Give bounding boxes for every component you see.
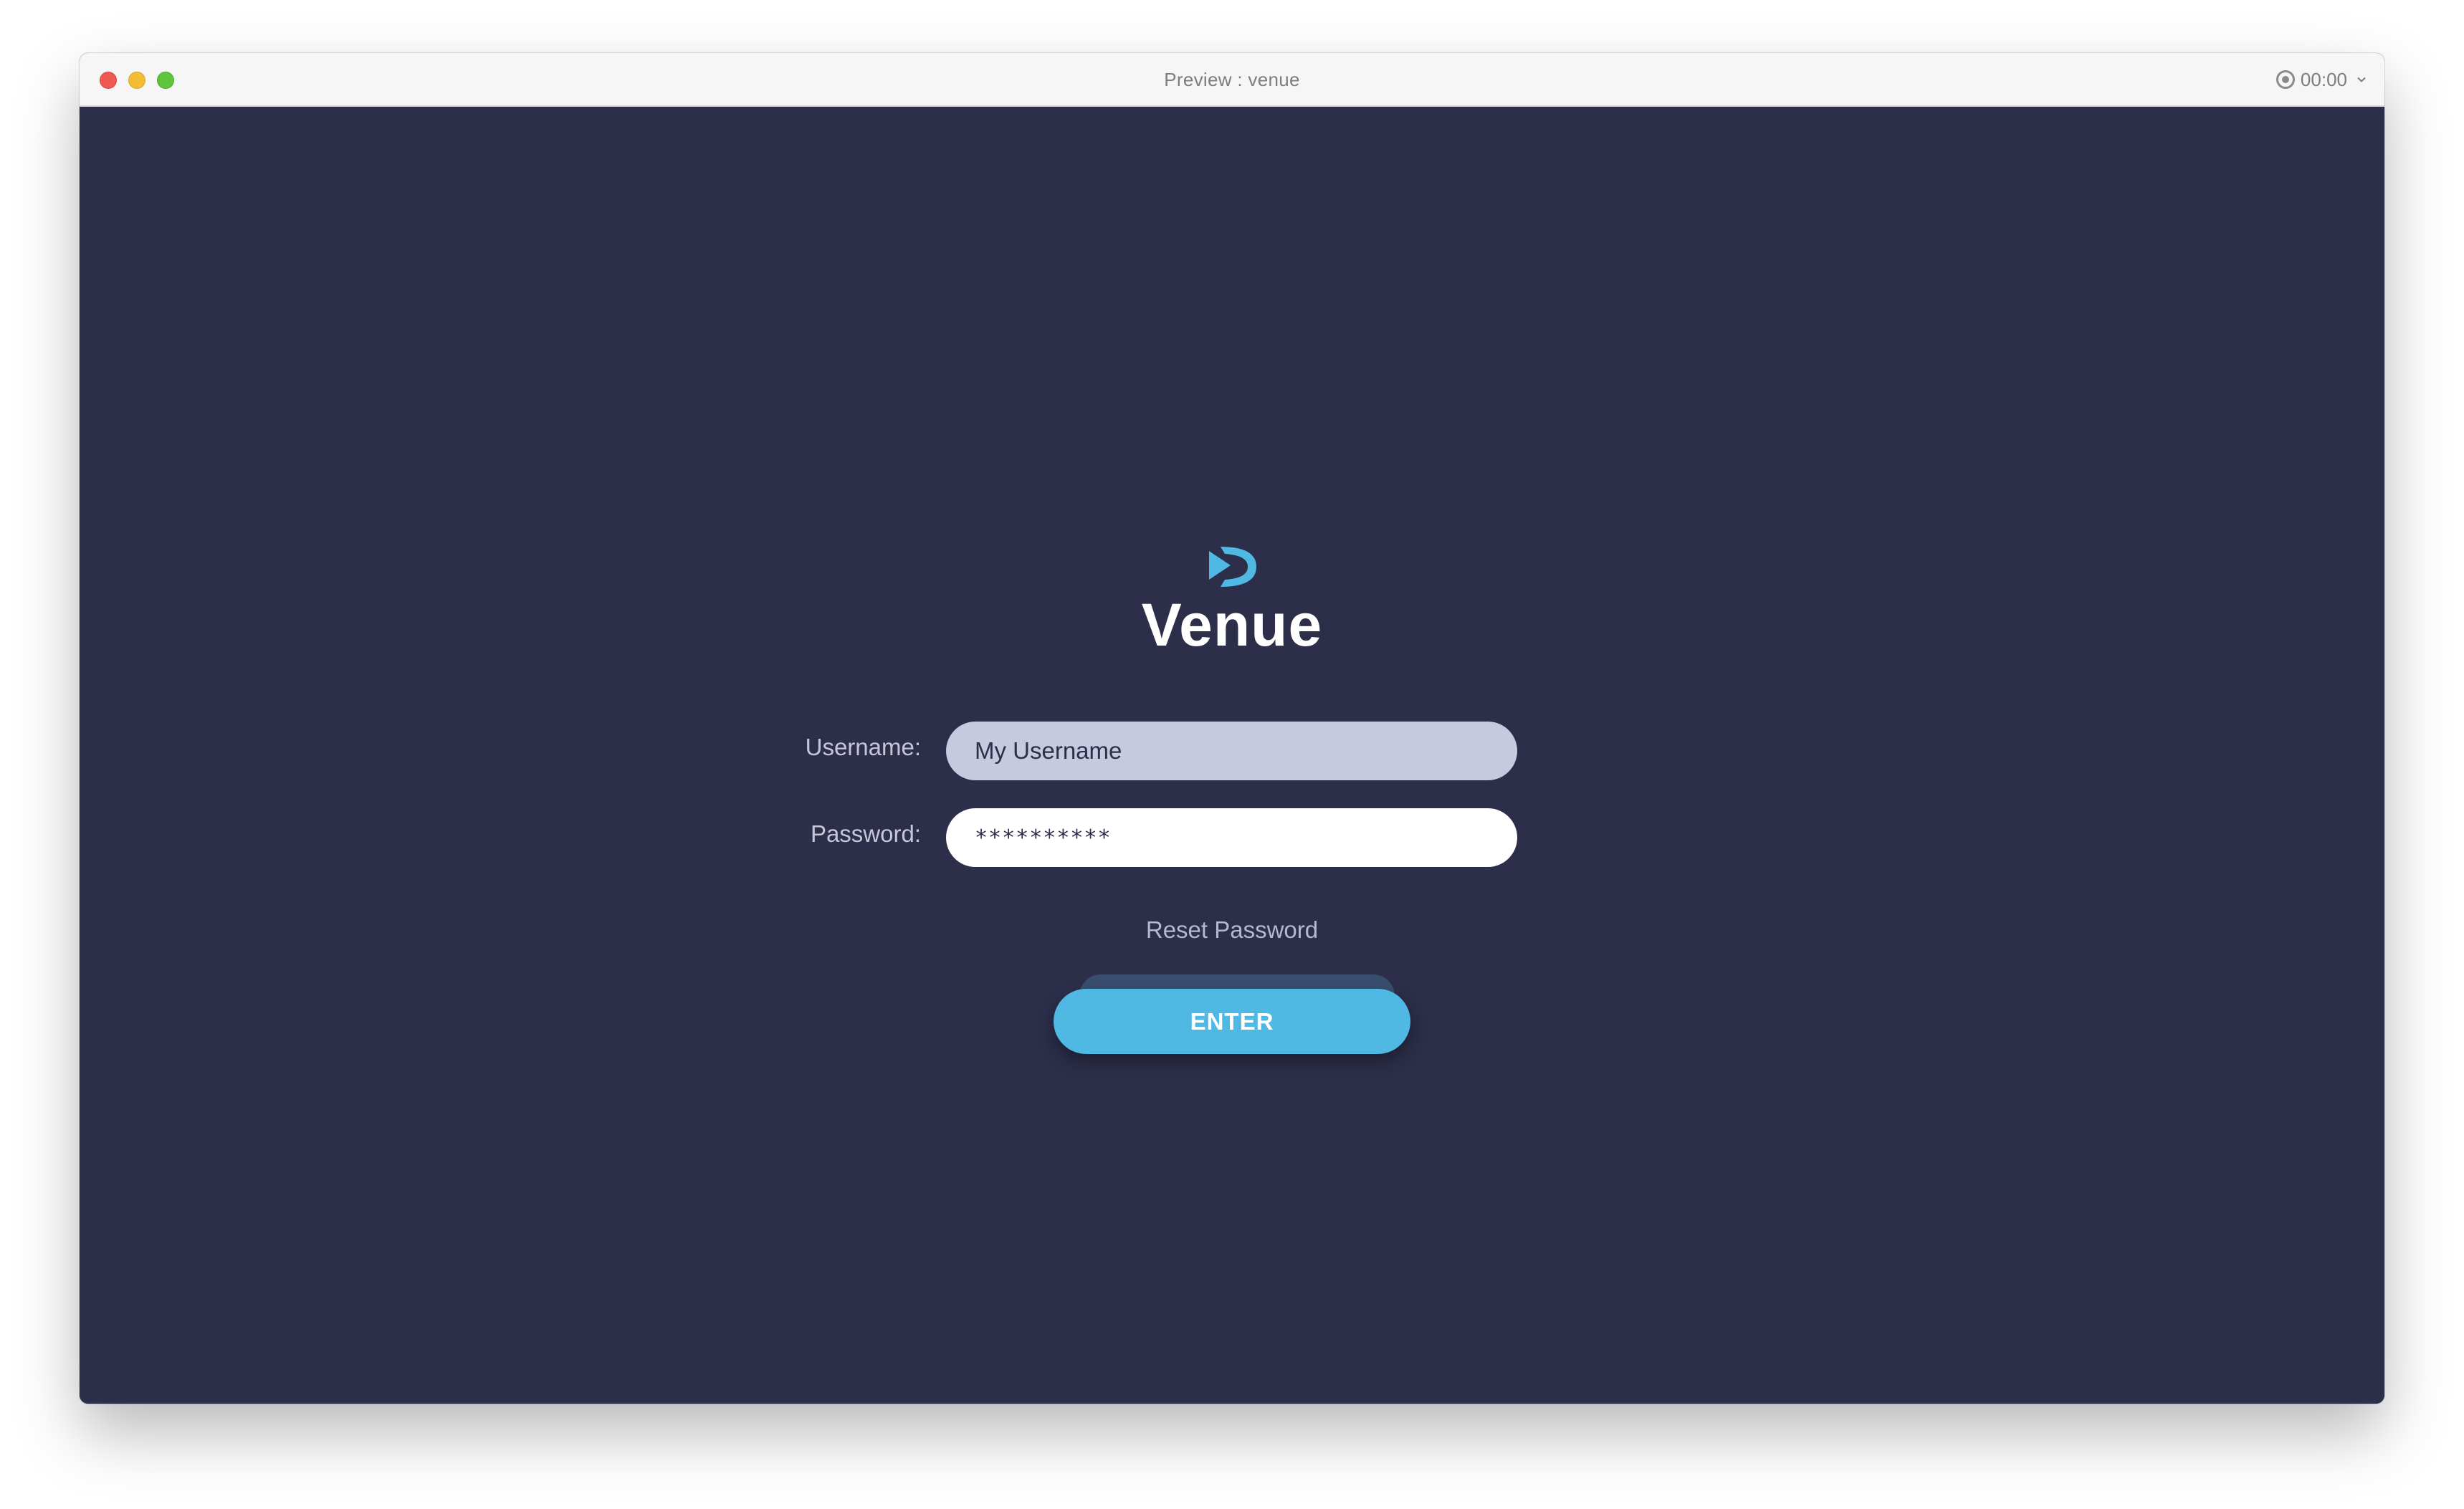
login-screen: Venue Username: My Username Password: **… (80, 107, 2384, 1404)
username-field[interactable]: My Username (946, 722, 1517, 780)
username-label: Username: (805, 734, 921, 760)
recorder-control[interactable]: 00:00 (2276, 67, 2366, 92)
chevron-down-icon[interactable] (2357, 75, 2366, 84)
password-value: ********** (975, 825, 1112, 851)
record-icon (2276, 70, 2295, 89)
enter-button-label: ENTER (1190, 1007, 1274, 1035)
username-value: My Username (975, 737, 1122, 764)
reset-password-link[interactable]: Reset Password (80, 916, 2384, 944)
brand-title: Venue (1141, 591, 1323, 658)
title-bar: Preview : venue 00:00 (80, 53, 2384, 107)
password-label: Password: (810, 820, 921, 847)
password-field[interactable]: ********** (946, 808, 1517, 867)
recorder-time: 00:00 (2300, 68, 2347, 90)
app-window: Preview : venue 00:00 Venue Username: My… (80, 53, 2384, 1404)
venue-play-logo-icon (1209, 547, 1256, 587)
window-title: Preview : venue (1164, 69, 1300, 90)
enter-button[interactable]: ENTER (1054, 989, 1410, 1054)
